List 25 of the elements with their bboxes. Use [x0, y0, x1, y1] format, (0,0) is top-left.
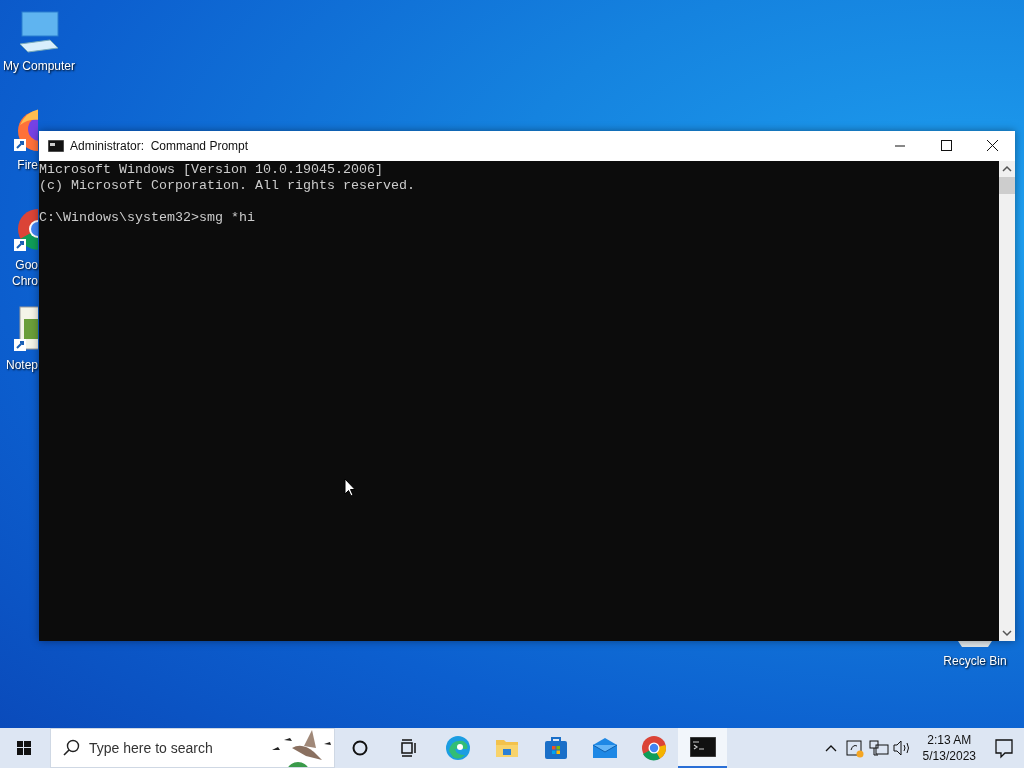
console-icon	[48, 140, 64, 152]
scrollbar[interactable]	[999, 161, 1015, 641]
desktop-icon-label[interactable]: Fire	[17, 157, 38, 173]
console-line: (c) Microsoft Corporation. All rights reserved.	[39, 178, 415, 194]
chrome-icon	[640, 735, 667, 761]
console-line: Microsoft Windows [Version 10.0.19045.2006]	[39, 162, 383, 178]
console-line: C:\Windows\system32>smg *hi	[39, 210, 255, 226]
window-title: Administrator: Command Prompt	[70, 139, 249, 153]
desktop-icon-label[interactable]: Notep	[5, 357, 38, 373]
edge-icon	[444, 735, 471, 761]
scrollbar-thumb[interactable]	[999, 177, 1015, 194]
shopping-bag-icon	[543, 736, 568, 760]
envelope-icon	[591, 737, 618, 759]
clock[interactable]: 2:13 AM 5/13/2023	[914, 732, 984, 764]
console-area[interactable]: Microsoft Windows [Version 10.0.19045.2006] (c) Microsoft Corporation. All rights reserved. C:\Windows\system32>smg *hi	[39, 161, 999, 641]
search-field[interactable]: Type here to search	[50, 728, 335, 768]
mouse-cursor-icon	[344, 478, 356, 497]
folder-icon	[494, 737, 519, 759]
desktop-icon-label[interactable]: Goo Chro	[12, 257, 38, 289]
console-icon	[689, 737, 716, 757]
search-icon	[61, 738, 81, 758]
task-view-icon	[398, 738, 419, 758]
desktop-icon-label[interactable]: My Computer	[3, 58, 75, 74]
desktop-icon-label[interactable]: Recycle Bin	[943, 653, 1007, 669]
taskbar-app-button[interactable]	[678, 728, 727, 768]
